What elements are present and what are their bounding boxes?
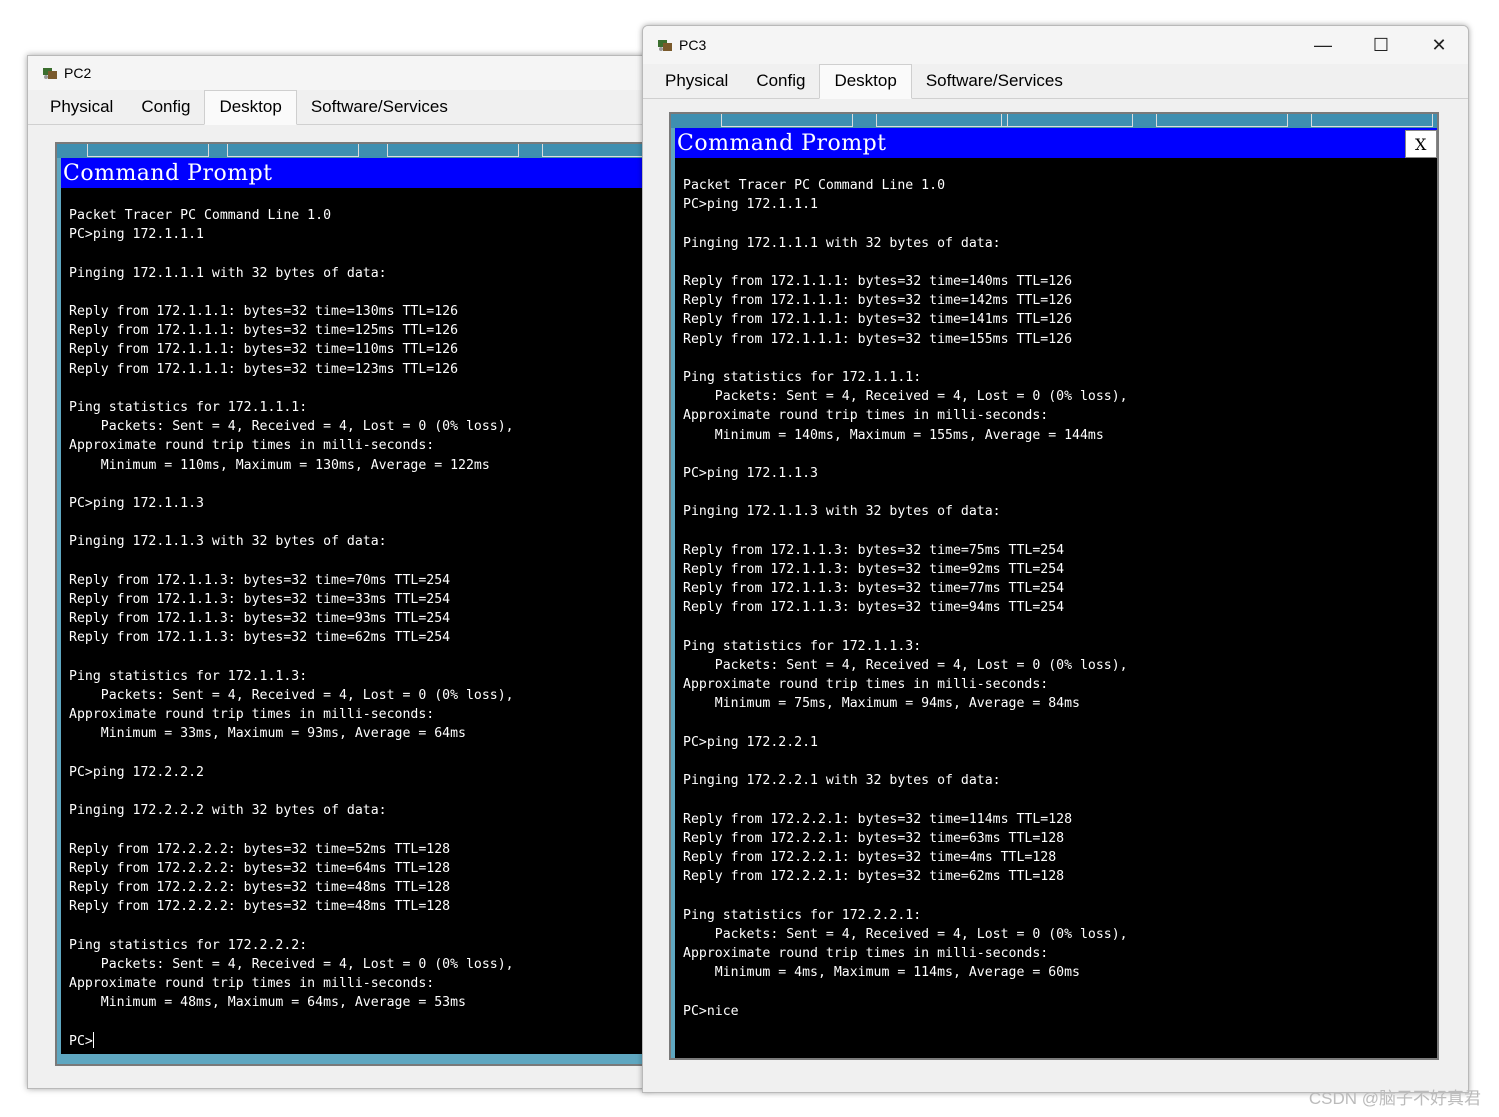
- pc3-desktop-area: Command Prompt X Packet Tracer PC Comman…: [669, 112, 1439, 1060]
- close-window-button[interactable]: ✕: [1410, 26, 1468, 64]
- pc3-command-prompt: Command Prompt X Packet Tracer PC Comman…: [675, 128, 1437, 1058]
- pc2-desktop-app-strip: [57, 144, 653, 158]
- pc3-titlebar[interactable]: PC3 — ☐ ✕: [643, 26, 1468, 64]
- csdn-watermark: CSDN @脑子不好真君: [1308, 1089, 1481, 1108]
- pc2-console-prompt: PC>: [69, 1033, 93, 1049]
- pc2-desktop-area: Command Prompt Packet Tracer PC Command …: [55, 142, 653, 1066]
- pc3-window-controls: — ☐ ✕: [1294, 26, 1468, 64]
- pc3-window-title: PC3: [679, 37, 707, 53]
- pc3-command-prompt-title: Command Prompt X: [675, 128, 1437, 158]
- pc2-tab-bar: Physical Config Desktop Software/Service…: [28, 90, 653, 125]
- pc2-console-cursor: [92, 1031, 94, 1048]
- pc3-tab-desktop[interactable]: Desktop: [819, 64, 912, 99]
- pc3-console[interactable]: Packet Tracer PC Command Line 1.0 PC>pin…: [675, 158, 1437, 1021]
- pc2-tab-physical[interactable]: Physical: [36, 91, 127, 124]
- pc2-window-title: PC2: [64, 65, 92, 81]
- pc3-tab-software-services[interactable]: Software/Services: [912, 65, 1077, 98]
- pc3-tab-config[interactable]: Config: [742, 65, 819, 98]
- pc3-command-prompt-title-text: Command Prompt: [677, 130, 887, 156]
- pc3-desktop-app-strip: [671, 114, 1437, 128]
- pc2-command-prompt: Command Prompt Packet Tracer PC Command …: [61, 158, 653, 1054]
- minimize-button[interactable]: —: [1294, 26, 1352, 64]
- command-prompt-close-button[interactable]: X: [1405, 130, 1437, 158]
- pc3-console-output: Packet Tracer PC Command Line 1.0 PC>pin…: [683, 178, 1128, 1019]
- packet-tracer-pc-icon: [657, 37, 673, 53]
- pc2-tab-software-services[interactable]: Software/Services: [297, 91, 462, 124]
- pc2-console-output: Packet Tracer PC Command Line 1.0 PC>pin…: [69, 208, 514, 1011]
- pc2-tab-config[interactable]: Config: [127, 91, 204, 124]
- pc3-window: PC3 — ☐ ✕ Physical Config Desktop Softwa…: [642, 25, 1469, 1093]
- pc2-command-prompt-title: Command Prompt: [61, 158, 653, 188]
- maximize-button[interactable]: ☐: [1352, 26, 1410, 64]
- pc3-tab-physical[interactable]: Physical: [651, 65, 742, 98]
- pc2-titlebar[interactable]: PC2: [28, 56, 653, 90]
- pc2-console[interactable]: Packet Tracer PC Command Line 1.0 PC>pin…: [61, 188, 653, 1051]
- pc3-tab-bar: Physical Config Desktop Software/Service…: [643, 64, 1468, 99]
- packet-tracer-pc-icon: [42, 65, 58, 81]
- pc2-tab-desktop[interactable]: Desktop: [204, 90, 297, 125]
- pc2-window: PC2 Physical Config Desktop Software/Ser…: [27, 55, 653, 1089]
